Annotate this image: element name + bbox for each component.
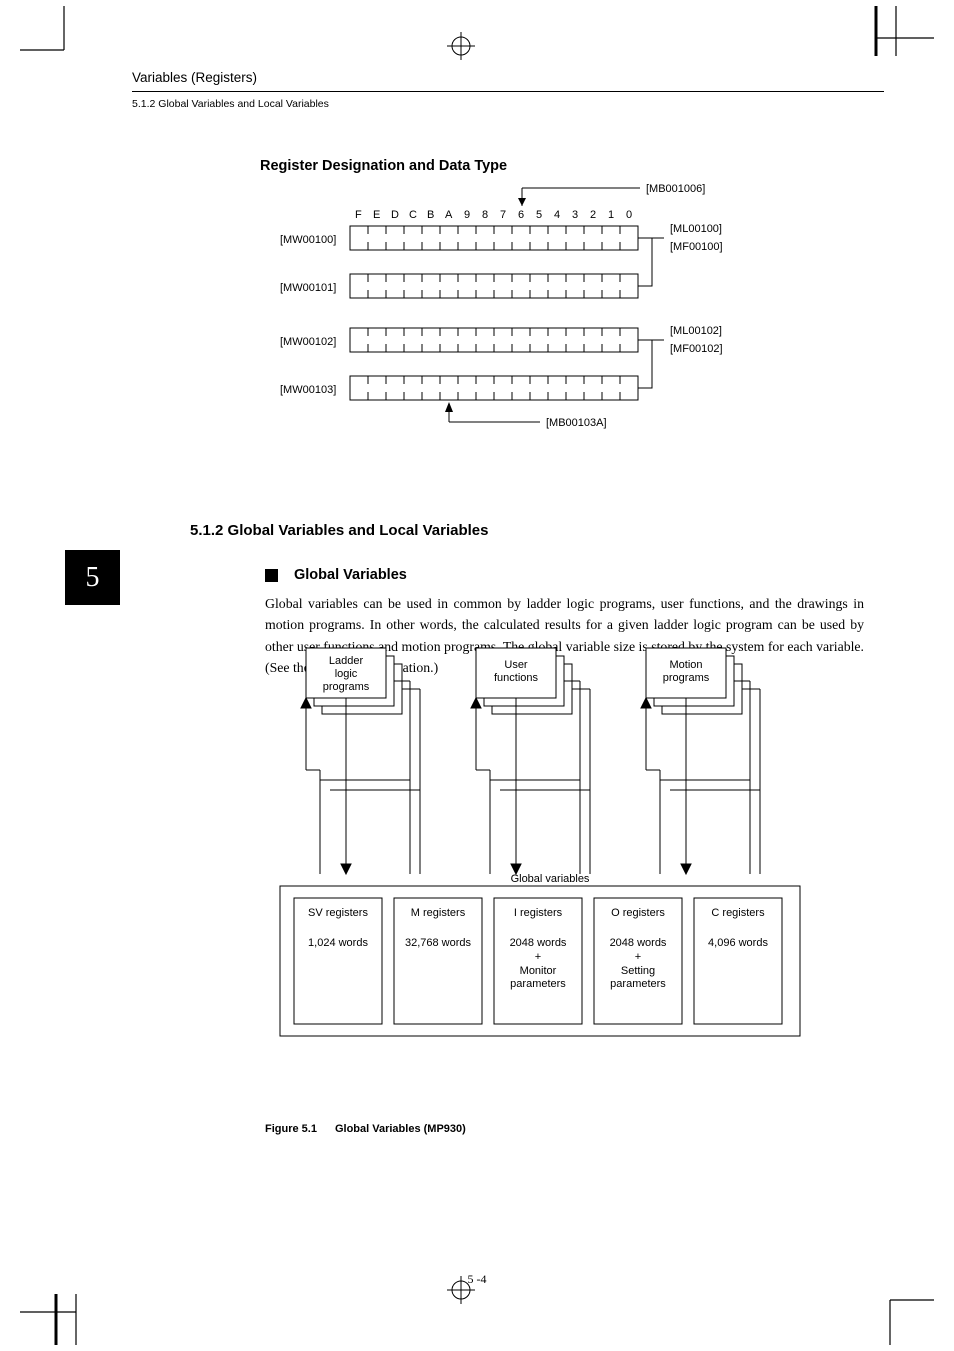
gv-container-title: Global variables xyxy=(511,873,590,885)
fig-text: Global Variables (MP930) xyxy=(335,1123,466,1135)
svg-text:programs: programs xyxy=(663,672,710,684)
svg-text:2048 words: 2048 words xyxy=(510,937,567,949)
right-label-mf1: [MF00102] xyxy=(670,343,723,355)
svg-text:6: 6 xyxy=(518,209,524,221)
word-rows: [MW00100] xyxy=(280,226,638,400)
page-root: Variables (Registers) 5.1.2 Global Varia… xyxy=(0,0,954,1351)
svg-text:9: 9 xyxy=(464,209,470,221)
register-diagram: .lbl { font: 11px Arial, sans-serif; } .… xyxy=(220,170,860,460)
right-brace-0 xyxy=(638,238,664,286)
svg-text:1: 1 xyxy=(608,209,614,221)
svg-text:Ladder: Ladder xyxy=(329,655,364,667)
page-number: 5 -4 xyxy=(0,1272,954,1287)
svg-text:A: A xyxy=(445,209,453,221)
svg-text:5: 5 xyxy=(536,209,542,221)
top-box-1: User functions xyxy=(476,648,572,714)
svg-text:8: 8 xyxy=(482,209,488,221)
top-pointer-label: [MB001006] xyxy=(646,183,705,195)
svg-text:I registers: I registers xyxy=(514,907,563,919)
svg-text:C registers: C registers xyxy=(711,907,765,919)
svg-text:2: 2 xyxy=(590,209,596,221)
running-header: Variables (Registers) xyxy=(132,70,884,85)
bottom-pointer: [MB00103A] xyxy=(445,402,607,429)
right-label-ml1: [ML00102] xyxy=(670,325,722,337)
word-label-0: [MW00100] xyxy=(280,234,336,246)
reg-box-4: C registers 4,096 words xyxy=(694,898,782,1024)
h2-section: 5.1.2 Global Variables and Local Variabl… xyxy=(190,522,884,539)
svg-text:B: B xyxy=(427,209,434,221)
h3-title: Global Variables xyxy=(294,567,407,583)
reg-box-1: M registers 32,768 words xyxy=(394,898,482,1024)
svg-text:Monitor: Monitor xyxy=(520,965,557,977)
top-box-0: Ladder logic programs xyxy=(306,648,402,714)
svg-text:D: D xyxy=(391,209,399,221)
svg-text:+: + xyxy=(635,951,641,963)
svg-text:parameters: parameters xyxy=(510,978,566,990)
svg-text:functions: functions xyxy=(494,672,539,684)
figure-caption: Figure 5.1 Global Variables (MP930) xyxy=(265,1123,884,1135)
square-bullet-icon xyxy=(265,569,278,582)
svg-text:1,024 words: 1,024 words xyxy=(308,937,368,949)
right-brace-1 xyxy=(638,340,664,388)
word-label-3: [MW00103] xyxy=(280,384,336,396)
svg-text:F: F xyxy=(355,209,362,221)
svg-text:parameters: parameters xyxy=(610,978,666,990)
svg-text:Setting: Setting xyxy=(621,965,655,977)
svg-text:programs: programs xyxy=(323,681,370,693)
top-pointer: [MB001006] xyxy=(518,183,705,206)
svg-text:7: 7 xyxy=(500,209,506,221)
content-area: Variables (Registers) 5.1.2 Global Varia… xyxy=(70,70,884,1251)
svg-text:Motion: Motion xyxy=(669,659,702,671)
header-rule-1 xyxy=(132,91,884,92)
svg-text:O registers: O registers xyxy=(611,907,665,919)
svg-text:2048 words: 2048 words xyxy=(610,937,667,949)
svg-text:logic: logic xyxy=(335,668,358,680)
word-label-1: [MW00101] xyxy=(280,282,336,294)
svg-text:+: + xyxy=(535,951,541,963)
svg-text:E: E xyxy=(373,209,380,221)
reg-box-0: SV registers 1,024 words xyxy=(294,898,382,1024)
h3-row: Global Variables xyxy=(265,567,884,583)
right-label-mf0: [MF00100] xyxy=(670,241,723,253)
svg-text:User: User xyxy=(504,659,528,671)
reg-box-3: O registers 2048 words + Setting paramet… xyxy=(594,898,682,1024)
word-label-2: [MW00102] xyxy=(280,336,336,348)
reg-box-2: I registers 2048 words + Monitor paramet… xyxy=(494,898,582,1024)
global-vars-diagram: .sm{font:11px Arial,sans-serif;text-anch… xyxy=(260,640,840,1060)
svg-text:0: 0 xyxy=(626,209,632,221)
top-box-2: Motion programs xyxy=(646,648,742,714)
svg-text:M registers: M registers xyxy=(411,907,466,919)
svg-text:4,096 words: 4,096 words xyxy=(708,937,768,949)
bottom-pointer-label: [MB00103A] xyxy=(546,417,607,429)
svg-text:4: 4 xyxy=(554,209,560,221)
chapter-tab: 5 xyxy=(65,550,120,605)
bit-header: FE DC BA 98 76 54 32 10 xyxy=(355,209,632,221)
svg-text:32,768 words: 32,768 words xyxy=(405,937,472,949)
svg-text:3: 3 xyxy=(572,209,578,221)
svg-text:SV registers: SV registers xyxy=(308,907,368,919)
running-subheader: 5.1.2 Global Variables and Local Variabl… xyxy=(132,98,884,110)
right-label-ml0: [ML00100] xyxy=(670,223,722,235)
svg-text:C: C xyxy=(409,209,417,221)
fig-num: Figure 5.1 xyxy=(265,1123,317,1135)
